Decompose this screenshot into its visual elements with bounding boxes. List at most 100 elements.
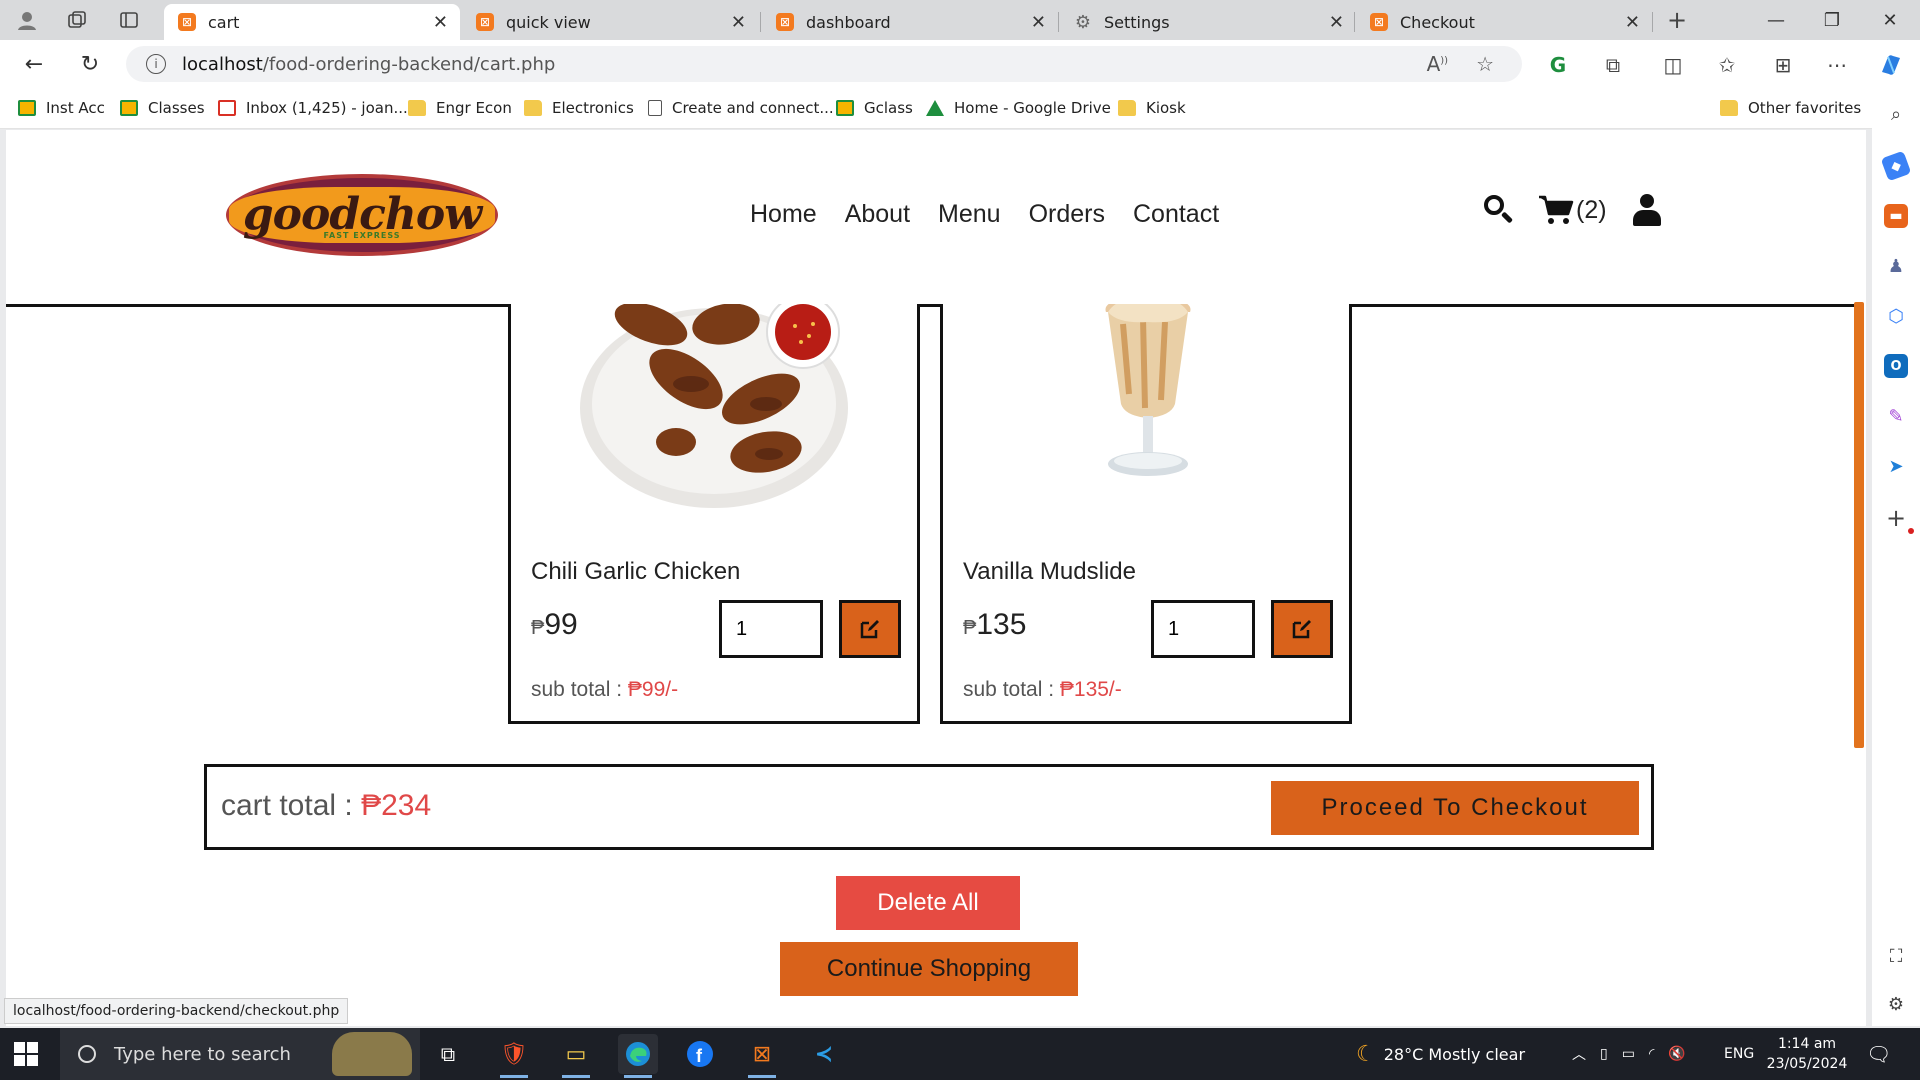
link-status-url: localhost/food-ordering-backend/checkout…: [4, 998, 349, 1024]
bookmark-gclass[interactable]: Gclass: [836, 96, 913, 120]
continue-shopping-button[interactable]: Continue Shopping: [780, 942, 1078, 996]
item-name: Vanilla Mudslide: [963, 558, 1136, 585]
volume-muted-icon[interactable]: 🔇: [1668, 1046, 1685, 1062]
cart-count: (2): [1576, 195, 1607, 224]
restore-icon[interactable]: ❐: [1810, 4, 1854, 36]
designer-icon[interactable]: ✎: [1884, 404, 1908, 428]
favorite-star-icon[interactable]: ☆: [1476, 52, 1494, 76]
copilot-icon[interactable]: [1876, 50, 1906, 80]
language-indicator[interactable]: ENG: [1724, 1028, 1754, 1080]
clock[interactable]: 1:14 am 23/05/2024: [1767, 1028, 1848, 1080]
xampp-favicon-icon: ⊠: [476, 13, 494, 31]
more-menu-icon[interactable]: ⋯: [1822, 50, 1852, 80]
price-value: 99: [544, 608, 578, 641]
wifi-icon[interactable]: ◜: [1649, 1046, 1654, 1062]
search-icon[interactable]: [1484, 195, 1514, 225]
edge-browser-icon[interactable]: [618, 1034, 658, 1078]
subtotal-amount: ₱99/-: [627, 678, 679, 701]
file-explorer-icon[interactable]: ▭: [556, 1034, 596, 1078]
back-arrow-icon[interactable]: ←: [16, 48, 52, 80]
tab-checkout[interactable]: ⊠ Checkout ✕: [1356, 4, 1652, 40]
microsoft365-icon[interactable]: ⬡: [1884, 304, 1908, 328]
nav-orders[interactable]: Orders: [1029, 200, 1105, 229]
quantity-input[interactable]: [1151, 600, 1255, 658]
collections-icon[interactable]: ⊞: [1768, 50, 1798, 80]
window-close-icon[interactable]: ✕: [1868, 4, 1912, 36]
close-tab-icon[interactable]: ✕: [731, 12, 746, 33]
shopping-cart-icon: [1539, 195, 1574, 224]
refresh-icon[interactable]: ↻: [72, 48, 108, 80]
close-tab-icon[interactable]: ✕: [1031, 12, 1046, 33]
device-icon[interactable]: ▯: [1600, 1046, 1608, 1062]
tab-dashboard[interactable]: ⊠ dashboard ✕: [762, 4, 1058, 40]
tab-settings[interactable]: ⚙ Settings ✕: [1060, 4, 1356, 40]
add-sidebar-app-icon[interactable]: +: [1884, 504, 1908, 532]
minimize-icon[interactable]: —: [1754, 4, 1798, 36]
bookmark-create-connect[interactable]: Create and connect...: [648, 96, 834, 120]
notifications-icon[interactable]: 🗨: [1866, 1028, 1891, 1080]
brave-icon[interactable]: 🛡: [494, 1034, 534, 1078]
bookmark-classes[interactable]: Classes: [120, 96, 205, 120]
update-quantity-button[interactable]: [839, 600, 901, 658]
edit-icon: [1292, 620, 1311, 639]
tab-cart[interactable]: ⊠ cart ✕: [164, 4, 460, 40]
games-icon[interactable]: ♟: [1884, 254, 1908, 278]
bookmark-inst-acc[interactable]: Inst Acc: [18, 96, 105, 120]
new-tab-icon[interactable]: +: [1664, 6, 1690, 34]
bookmark-electronics[interactable]: Electronics: [524, 96, 634, 120]
nav-menu[interactable]: Menu: [938, 200, 1001, 229]
bookmark-label: Create and connect...: [672, 99, 834, 117]
battery-icon[interactable]: ▭: [1622, 1046, 1635, 1062]
taskbar-search-box[interactable]: Type here to search: [60, 1028, 420, 1080]
cart-link[interactable]: (2): [1538, 194, 1607, 226]
quantity-input[interactable]: [719, 600, 823, 658]
nav-about[interactable]: About: [845, 200, 910, 229]
toolbox-icon[interactable]: ▬: [1884, 204, 1908, 228]
nav-contact[interactable]: Contact: [1133, 200, 1219, 229]
read-aloud-icon[interactable]: A)): [1427, 52, 1449, 76]
windows-start-icon[interactable]: [14, 1042, 38, 1066]
vscode-icon[interactable]: ≺: [804, 1034, 844, 1074]
nav-home[interactable]: Home: [750, 200, 817, 229]
outlook-icon[interactable]: O: [1884, 354, 1908, 378]
delete-all-button[interactable]: Delete All: [836, 876, 1020, 930]
bookmark-inbox[interactable]: Inbox (1,425) - joan...: [218, 96, 408, 120]
sidebar-settings-gear-icon[interactable]: ⚙: [1884, 992, 1908, 1016]
proceed-to-checkout-button[interactable]: Proceed To Checkout: [1271, 781, 1639, 835]
close-tab-icon[interactable]: ✕: [1329, 12, 1344, 33]
other-favorites[interactable]: Other favorites: [1720, 96, 1861, 120]
bookmark-label: Inst Acc: [46, 99, 105, 117]
cart-total-label: cart total :: [221, 789, 362, 822]
address-bar[interactable]: i localhost/food-ordering-backend/cart.p…: [126, 46, 1522, 82]
bookmark-engr-econ[interactable]: Engr Econ: [408, 96, 512, 120]
split-screen-icon[interactable]: ◫: [1658, 50, 1688, 80]
show-hidden-icons-chevron-icon[interactable]: ︿: [1572, 1044, 1586, 1064]
workspaces-icon[interactable]: [64, 8, 90, 32]
weather-widget[interactable]: ☾ 28°C Mostly clear: [1356, 1028, 1525, 1080]
tab-title: dashboard: [806, 12, 891, 32]
goodchow-logo[interactable]: goodchow FAST EXPRESS: [226, 174, 498, 256]
profile-icon[interactable]: [14, 8, 40, 32]
favorites-icon[interactable]: ✩: [1712, 50, 1742, 80]
send-icon[interactable]: ➤: [1884, 454, 1908, 478]
bookmark-google-drive[interactable]: Home - Google Drive: [926, 96, 1111, 120]
url-text[interactable]: localhost/food-ordering-backend/cart.php: [182, 54, 1427, 75]
user-icon[interactable]: [1632, 194, 1661, 226]
tab-actions-icon[interactable]: [116, 8, 142, 32]
site-info-icon[interactable]: i: [146, 54, 166, 74]
close-tab-icon[interactable]: ✕: [433, 12, 448, 33]
xampp-icon[interactable]: ⊠: [742, 1034, 782, 1078]
tab-separator: [1058, 12, 1059, 32]
bookmark-kiosk[interactable]: Kiosk: [1118, 96, 1186, 120]
grammarly-icon[interactable]: G: [1543, 50, 1573, 80]
close-tab-icon[interactable]: ✕: [1625, 12, 1640, 33]
page-scrollbar[interactable]: [1854, 302, 1864, 748]
update-quantity-button[interactable]: [1271, 600, 1333, 658]
search-icon[interactable]: ⌕: [1884, 102, 1908, 126]
screenshot-icon[interactable]: ⛶: [1884, 944, 1908, 968]
task-view-icon[interactable]: ⧉: [428, 1034, 468, 1074]
extensions-icon[interactable]: ⧉: [1598, 50, 1628, 80]
facebook-icon[interactable]: f: [680, 1034, 720, 1074]
tab-quick-view[interactable]: ⊠ quick view ✕: [462, 4, 758, 40]
shopping-tag-icon[interactable]: ◆: [1880, 150, 1912, 182]
